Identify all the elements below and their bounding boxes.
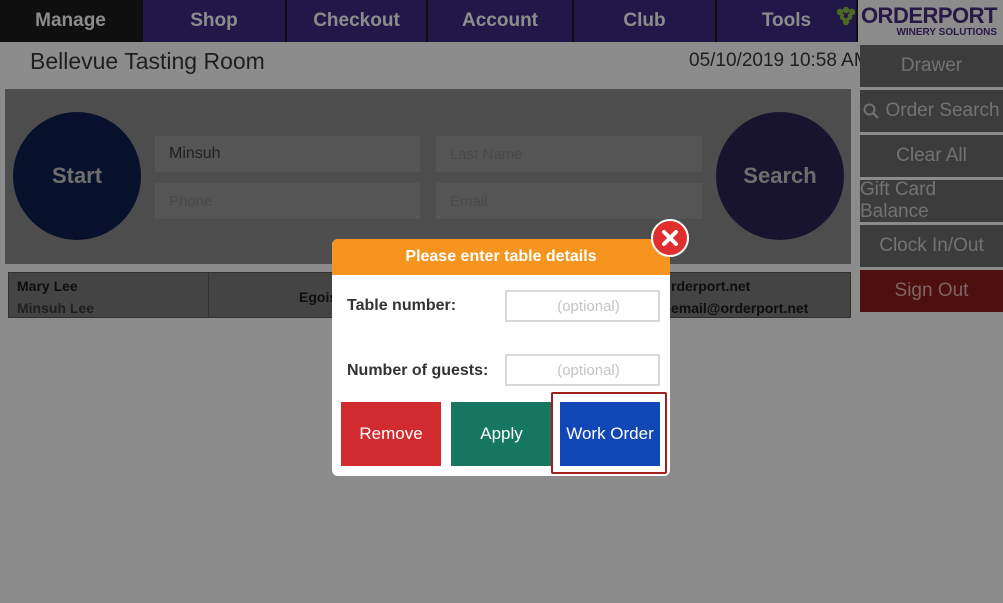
table-number-input[interactable] bbox=[505, 290, 660, 322]
apply-button[interactable]: Apply bbox=[451, 402, 552, 466]
close-icon bbox=[662, 230, 678, 246]
guests-input[interactable] bbox=[505, 354, 660, 386]
guests-label: Number of guests: bbox=[347, 362, 489, 379]
dialog-title: Please enter table details bbox=[332, 239, 670, 275]
work-order-button[interactable]: Work Order bbox=[560, 402, 660, 466]
table-number-label: Table number: bbox=[347, 297, 457, 314]
table-details-dialog: Please enter table details Table number:… bbox=[332, 239, 670, 476]
remove-button[interactable]: Remove bbox=[341, 402, 441, 466]
close-dialog-button[interactable] bbox=[651, 219, 689, 257]
